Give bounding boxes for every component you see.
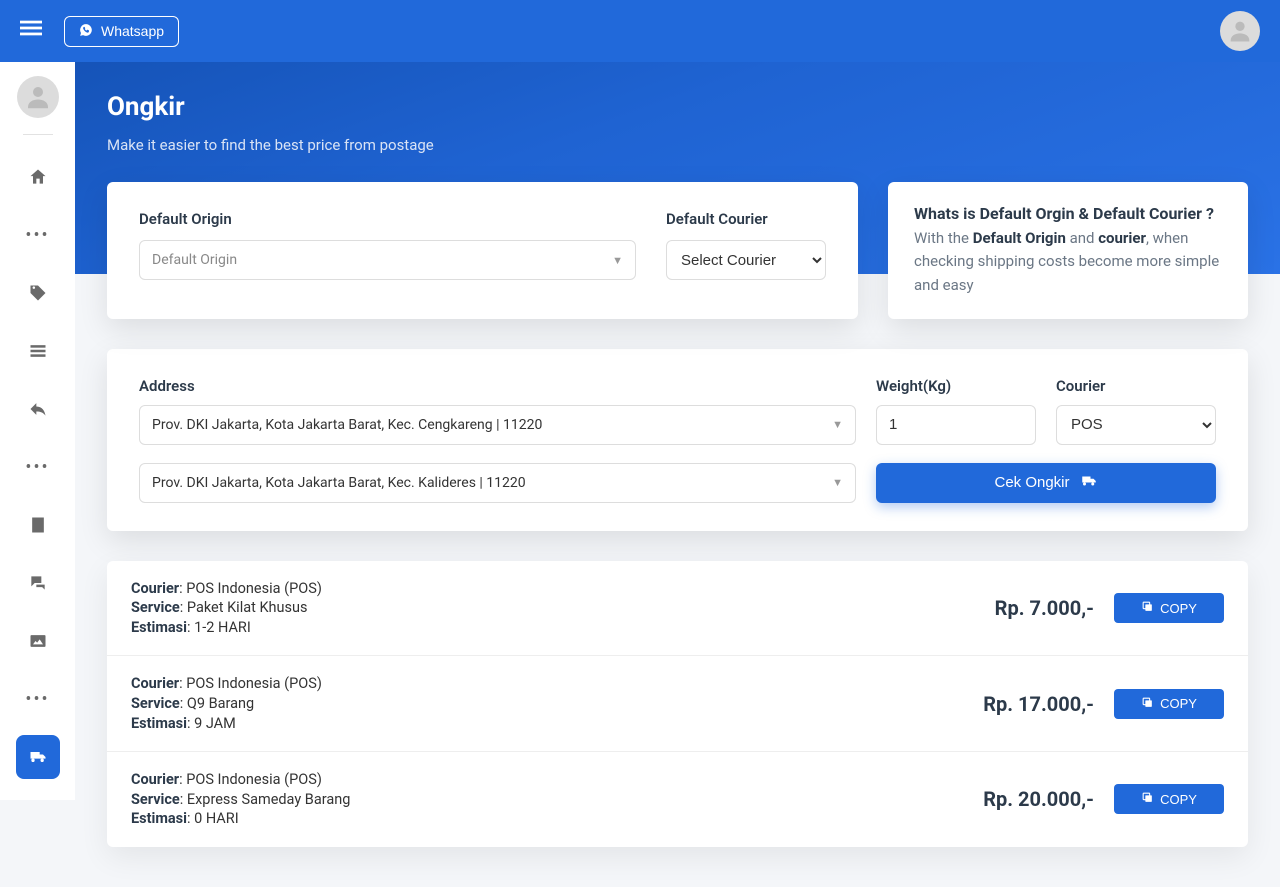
copy-icon	[1141, 791, 1154, 807]
result-meta: Courier: POS Indonesia (POS)Service: Exp…	[131, 770, 874, 829]
info-title: Whats is Default Orgin & Default Courier…	[914, 204, 1222, 223]
sidebar-item-contacts[interactable]	[16, 503, 60, 547]
chevron-down-icon: ▼	[832, 418, 843, 431]
sidebar-item-reply[interactable]	[16, 387, 60, 431]
address-to-select[interactable]: Prov. DKI Jakarta, Kota Jakarta Barat, K…	[139, 463, 856, 503]
result-meta: Courier: POS Indonesia (POS)Service: Pak…	[131, 579, 874, 638]
address-label: Address	[139, 377, 856, 395]
courier-label: Courier	[1056, 377, 1216, 395]
card-address: Address Prov. DKI Jakarta, Kota Jakarta …	[107, 349, 1248, 531]
copy-label: COPY	[1160, 792, 1197, 807]
address-from-select[interactable]: Prov. DKI Jakarta, Kota Jakarta Barat, K…	[139, 405, 856, 445]
sidebar-item-tag[interactable]	[16, 271, 60, 315]
user-avatar[interactable]	[1220, 11, 1260, 51]
check-shipping-label: Cek Ongkir	[994, 474, 1069, 491]
sidebar-divider	[23, 134, 53, 135]
card-info: Whats is Default Orgin & Default Courier…	[888, 182, 1248, 319]
info-text: With the Default Origin and courier, whe…	[914, 227, 1222, 297]
sidebar-item-more-3[interactable]: •••	[16, 677, 60, 721]
weight-label: Weight(Kg)	[876, 377, 1036, 395]
result-row: Courier: POS Indonesia (POS)Service: Pak…	[107, 561, 1248, 656]
truck-icon	[1080, 472, 1098, 494]
copy-button[interactable]: COPY	[1114, 689, 1224, 719]
default-origin-label: Default Origin	[139, 210, 636, 228]
sidebar-item-more-1[interactable]: •••	[16, 213, 60, 257]
default-courier-select[interactable]: Select Courier	[666, 240, 826, 280]
copy-icon	[1141, 600, 1154, 616]
result-row: Courier: POS Indonesia (POS)Service: Q9 …	[107, 655, 1248, 751]
topbar-left: Whatsapp	[20, 16, 179, 47]
main-content: Ongkir Make it easier to find the best p…	[75, 0, 1280, 887]
default-courier-label: Default Courier	[666, 210, 826, 228]
page-subtitle: Make it easier to find the best price fr…	[107, 136, 1248, 154]
result-price: Rp. 7.000,-	[894, 596, 1094, 620]
copy-button[interactable]: COPY	[1114, 784, 1224, 814]
sidebar-item-chat[interactable]	[16, 561, 60, 605]
courier-select[interactable]: POS	[1056, 405, 1216, 445]
whatsapp-icon	[79, 23, 93, 40]
sidebar-item-shipping[interactable]	[16, 735, 60, 779]
result-row: Courier: POS Indonesia (POS)Service: Exp…	[107, 751, 1248, 847]
weight-input[interactable]	[889, 416, 1023, 433]
sidebar: ••• ••• •••	[0, 62, 75, 800]
address-from-value: Prov. DKI Jakarta, Kota Jakarta Barat, K…	[152, 417, 542, 433]
topbar: Whatsapp	[0, 0, 1280, 62]
default-origin-placeholder: Default Origin	[152, 252, 237, 268]
weight-input-wrap	[876, 405, 1036, 445]
default-origin-select[interactable]: Default Origin ▼	[139, 240, 636, 280]
whatsapp-label: Whatsapp	[101, 23, 164, 39]
address-to-value: Prov. DKI Jakarta, Kota Jakarta Barat, K…	[152, 475, 526, 491]
sidebar-avatar[interactable]	[17, 76, 59, 118]
results-list: Courier: POS Indonesia (POS)Service: Pak…	[107, 561, 1248, 847]
sidebar-item-stack[interactable]	[16, 329, 60, 373]
copy-label: COPY	[1160, 696, 1197, 711]
result-price: Rp. 17.000,-	[894, 692, 1094, 716]
chevron-down-icon: ▼	[832, 476, 843, 489]
result-meta: Courier: POS Indonesia (POS)Service: Q9 …	[131, 674, 874, 733]
result-price: Rp. 20.000,-	[894, 787, 1094, 811]
sidebar-item-home[interactable]	[16, 155, 60, 199]
whatsapp-button[interactable]: Whatsapp	[64, 16, 179, 47]
sidebar-item-more-2[interactable]: •••	[16, 445, 60, 489]
chevron-down-icon: ▼	[612, 254, 623, 267]
page-title: Ongkir	[107, 92, 1248, 122]
check-shipping-button[interactable]: Cek Ongkir	[876, 463, 1216, 503]
copy-icon	[1141, 696, 1154, 712]
copy-label: COPY	[1160, 601, 1197, 616]
card-defaults: Default Origin Default Origin ▼ Default …	[107, 182, 858, 319]
menu-toggle-icon[interactable]	[20, 17, 42, 45]
sidebar-item-image[interactable]	[16, 619, 60, 663]
copy-button[interactable]: COPY	[1114, 593, 1224, 623]
